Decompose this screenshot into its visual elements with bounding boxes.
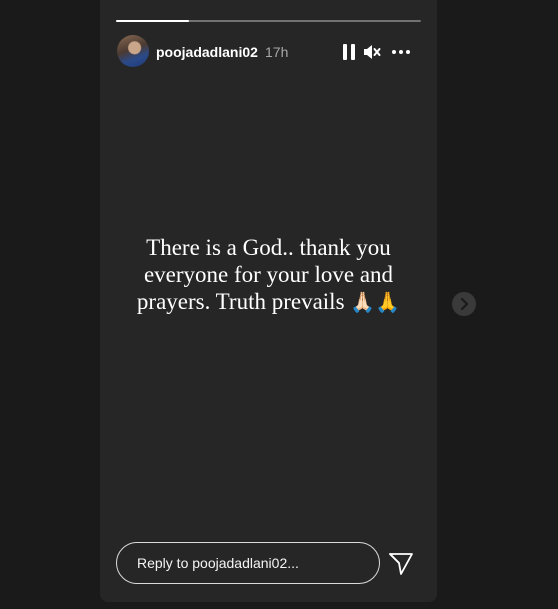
story-header: poojadadlani02 17h bbox=[116, 35, 421, 69]
story-text-line: prayers. Truth prevails 🙏🏻🙏 bbox=[122, 288, 415, 316]
muted-speaker-icon bbox=[364, 45, 381, 59]
reply-input[interactable] bbox=[116, 542, 380, 584]
story-text-line-content: prayers. Truth prevails bbox=[136, 289, 345, 314]
more-options-icon bbox=[392, 50, 410, 54]
send-icon bbox=[389, 553, 413, 575]
story-text: There is a God.. thank you everyone for … bbox=[100, 234, 437, 316]
more-options-button[interactable] bbox=[391, 43, 411, 61]
send-button[interactable] bbox=[388, 552, 414, 576]
story-text-line: There is a God.. thank you bbox=[146, 235, 391, 260]
pause-button[interactable] bbox=[340, 43, 358, 61]
next-story-button[interactable] bbox=[452, 292, 476, 316]
pause-icon bbox=[343, 44, 355, 60]
story-timestamp: 17h bbox=[265, 44, 289, 60]
praying-hands-emoji: 🙏🏻🙏 bbox=[350, 290, 401, 314]
story-viewer[interactable]: poojadadlani02 17h There is a God.. than… bbox=[100, 0, 437, 602]
story-username[interactable]: poojadadlani02 bbox=[156, 44, 258, 60]
chevron-right-icon bbox=[460, 298, 469, 310]
mute-button[interactable] bbox=[363, 43, 381, 61]
story-progress-fill bbox=[116, 20, 190, 22]
story-progress-bar bbox=[116, 20, 421, 22]
story-text-line: everyone for your love and bbox=[143, 262, 394, 287]
avatar[interactable] bbox=[117, 35, 149, 67]
